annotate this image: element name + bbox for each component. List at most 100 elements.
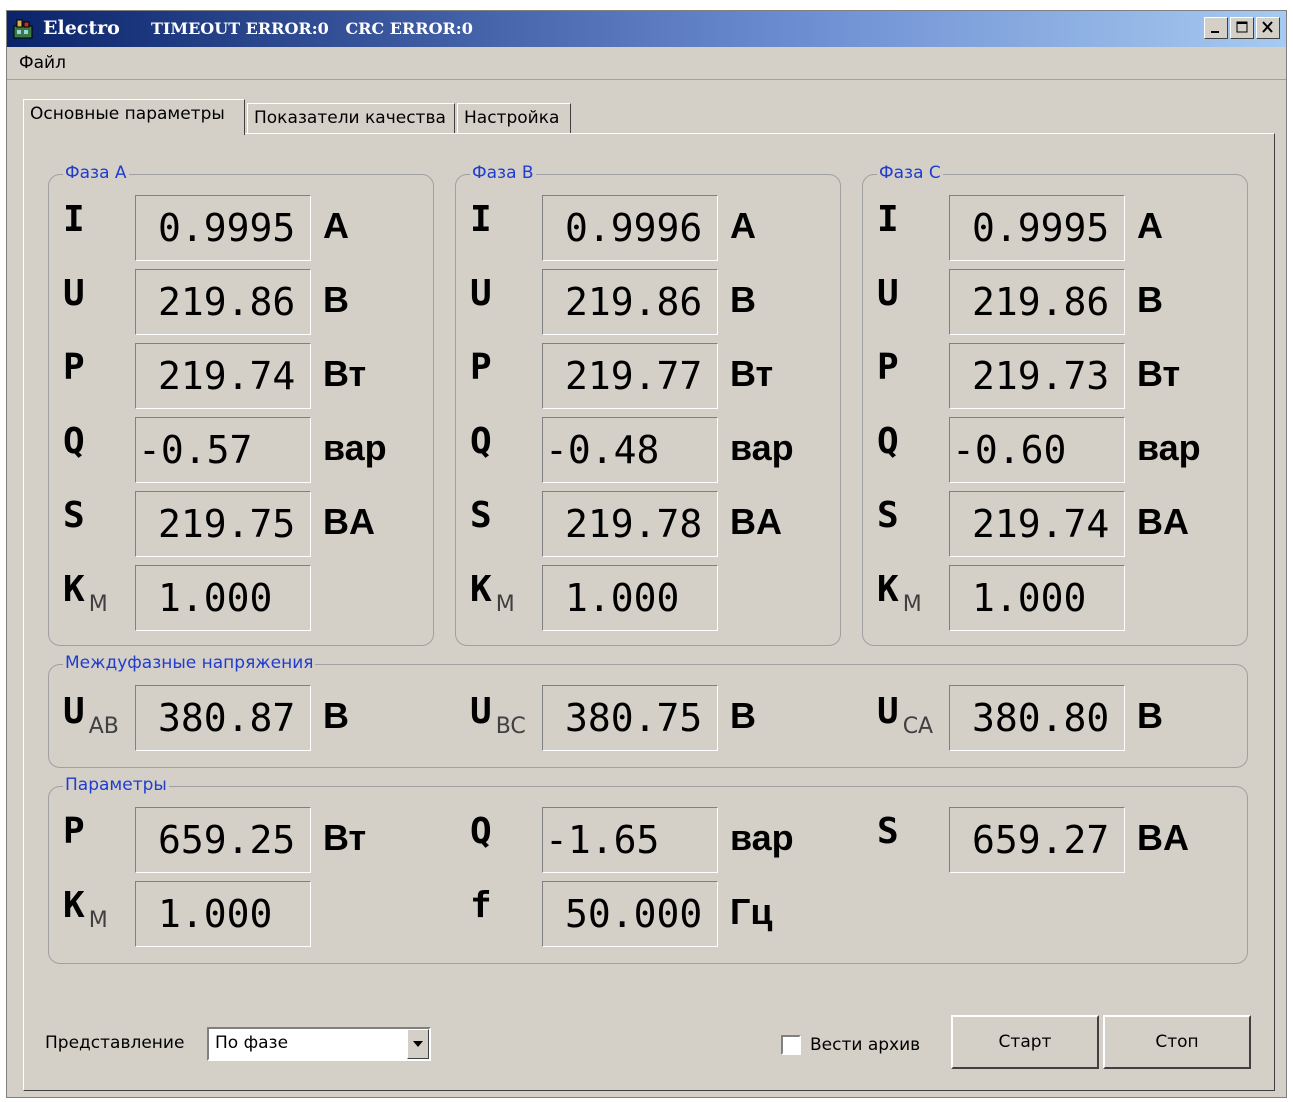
value-field: 659.25 bbox=[135, 807, 311, 873]
phase-a-group: Фаза A I 0.9995 A U 219.86 B P 219.74 Вт… bbox=[48, 163, 434, 646]
phase-b-title: Фаза B bbox=[470, 163, 536, 183]
unit-label: вар bbox=[730, 427, 794, 468]
unit-label: B bbox=[1137, 279, 1163, 320]
value-field: 219.86 bbox=[542, 269, 718, 335]
view-select-value: По фазе bbox=[215, 1033, 289, 1053]
main-window: Electro TIMEOUT ERROR:0 CRC ERROR:0 Файл… bbox=[6, 10, 1287, 1098]
label-u: U bbox=[470, 273, 492, 314]
unit-label: BA bbox=[323, 501, 375, 542]
unit-label: B bbox=[1137, 695, 1163, 736]
dropdown-button[interactable] bbox=[407, 1029, 429, 1059]
value-field: 380.80 bbox=[949, 685, 1125, 751]
value-field: 659.27 bbox=[949, 807, 1125, 873]
label-i: I bbox=[470, 199, 492, 240]
value-field: 219.78 bbox=[542, 491, 718, 557]
value-field: 219.73 bbox=[949, 343, 1125, 409]
line-voltages-title: Междуфазные напряжения bbox=[63, 653, 316, 673]
tab-main-params[interactable]: Основные параметры bbox=[23, 99, 245, 135]
label-f: f bbox=[470, 885, 492, 926]
app-icon bbox=[13, 19, 33, 39]
unit-label: вар bbox=[730, 817, 794, 858]
window-title: Electro bbox=[43, 17, 120, 39]
label-km: KM bbox=[63, 569, 108, 617]
value-field: 1.000 bbox=[135, 881, 311, 947]
tab-quality[interactable]: Показатели качества bbox=[247, 103, 455, 133]
label-q-total: Q bbox=[470, 811, 492, 852]
label-i: I bbox=[63, 199, 85, 240]
unit-label: B bbox=[323, 695, 349, 736]
label-p-total: P bbox=[63, 811, 85, 852]
label-s: S bbox=[877, 495, 899, 536]
params-group: Параметры P 659.25 Вт Q -1.65 вар S 659.… bbox=[48, 775, 1248, 964]
unit-label: A bbox=[1137, 205, 1163, 246]
unit-label: BA bbox=[1137, 501, 1189, 542]
label-q: Q bbox=[63, 421, 85, 462]
title-bar[interactable]: Electro TIMEOUT ERROR:0 CRC ERROR:0 bbox=[7, 11, 1286, 47]
label-i: I bbox=[877, 199, 899, 240]
label-km-total: KM bbox=[63, 885, 108, 933]
value-field: -0.57 bbox=[135, 417, 311, 483]
tab-panel: Фаза A I 0.9995 A U 219.86 B P 219.74 Вт… bbox=[23, 133, 1275, 1091]
view-select[interactable]: По фазе bbox=[207, 1027, 431, 1061]
value-field: 219.86 bbox=[135, 269, 311, 335]
value-field: 0.9996 bbox=[542, 195, 718, 261]
label-p: P bbox=[877, 347, 899, 388]
chevron-down-icon bbox=[413, 1041, 423, 1047]
unit-label: Вт bbox=[323, 817, 367, 858]
error-status: TIMEOUT ERROR:0 CRC ERROR:0 bbox=[151, 19, 473, 38]
value-field: 50.000 bbox=[542, 881, 718, 947]
unit-label: B bbox=[730, 279, 756, 320]
value-field: 219.75 bbox=[135, 491, 311, 557]
value-field: 219.74 bbox=[135, 343, 311, 409]
maximize-button[interactable] bbox=[1230, 17, 1254, 39]
value-field: -0.60 bbox=[949, 417, 1125, 483]
window-controls bbox=[1204, 17, 1280, 39]
archive-label: Вести архив bbox=[810, 1035, 921, 1055]
value-field: 0.9995 bbox=[135, 195, 311, 261]
label-p: P bbox=[470, 347, 492, 388]
label-u: U bbox=[877, 273, 899, 314]
start-button[interactable]: Старт bbox=[951, 1015, 1099, 1069]
unit-label: Вт bbox=[730, 353, 774, 394]
params-title: Параметры bbox=[63, 775, 169, 795]
unit-label: вар bbox=[323, 427, 387, 468]
minimize-button[interactable] bbox=[1204, 17, 1228, 39]
value-field: -1.65 bbox=[542, 807, 718, 873]
minimize-icon bbox=[1211, 31, 1219, 33]
menu-file[interactable]: Файл bbox=[19, 53, 66, 73]
value-field: 219.77 bbox=[542, 343, 718, 409]
line-voltages-group: Междуфазные напряжения U AB 380.87 B U BC … bbox=[48, 653, 1248, 768]
unit-label: вар bbox=[1137, 427, 1201, 468]
phase-c-group: Фаза C I 0.9995 A U 219.86 B P 219.73 Вт… bbox=[862, 163, 1248, 646]
unit-label: BA bbox=[730, 501, 782, 542]
unit-label: Гц bbox=[730, 891, 773, 932]
value-field: 0.9995 bbox=[949, 195, 1125, 261]
phase-a-title: Фаза A bbox=[63, 163, 129, 183]
value-field: 1.000 bbox=[542, 565, 718, 631]
phase-b-group: Фаза B I 0.9996 A U 219.86 B P 219.77 Вт… bbox=[455, 163, 841, 646]
tab-settings[interactable]: Настройка bbox=[457, 103, 571, 133]
label-u-ca: U CA bbox=[877, 691, 934, 739]
stop-button[interactable]: Стоп bbox=[1103, 1015, 1251, 1069]
value-field: 219.86 bbox=[949, 269, 1125, 335]
label-s: S bbox=[470, 495, 492, 536]
view-label: Представление bbox=[45, 1033, 185, 1053]
phase-c-title: Фаза C bbox=[877, 163, 943, 183]
label-q: Q bbox=[470, 421, 492, 462]
archive-checkbox[interactable] bbox=[781, 1035, 801, 1055]
value-field: 380.87 bbox=[135, 685, 311, 751]
unit-label: Вт bbox=[1137, 353, 1181, 394]
menu-bar: Файл bbox=[7, 49, 1286, 80]
close-button[interactable] bbox=[1256, 17, 1280, 39]
close-icon bbox=[1262, 21, 1273, 33]
label-q: Q bbox=[877, 421, 899, 462]
value-field: 1.000 bbox=[949, 565, 1125, 631]
unit-label: B bbox=[730, 695, 756, 736]
label-s: S bbox=[63, 495, 85, 536]
label-km: KM bbox=[877, 569, 922, 617]
label-p: P bbox=[63, 347, 85, 388]
value-field: 380.75 bbox=[542, 685, 718, 751]
value-field: 1.000 bbox=[135, 565, 311, 631]
label-u: U bbox=[63, 273, 85, 314]
label-s-total: S bbox=[877, 811, 899, 852]
